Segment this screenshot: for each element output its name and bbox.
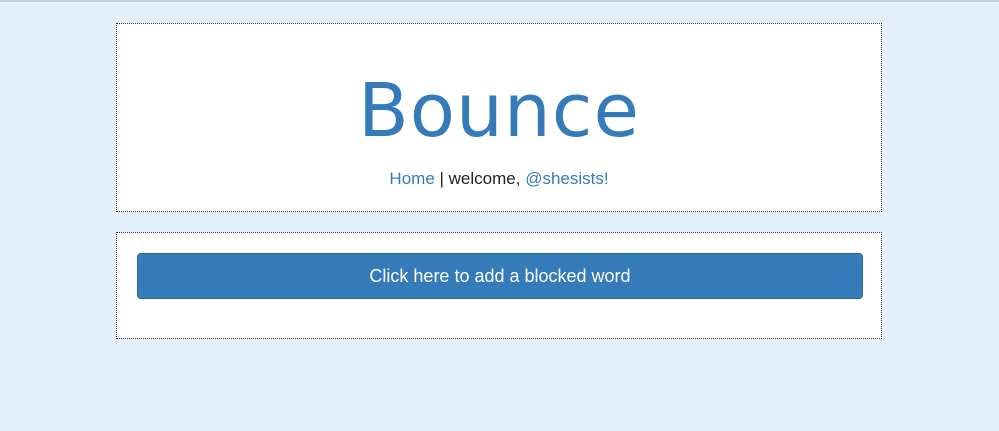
action-panel: Click here to add a blocked word — [116, 232, 882, 339]
header-panel: Bounce Home | welcome, @shesists! — [116, 23, 882, 212]
home-link[interactable]: Home — [389, 169, 434, 188]
nav-bar: Home | welcome, @shesists! — [117, 169, 881, 189]
welcome-text: welcome, — [448, 169, 526, 188]
brand-title: Bounce — [357, 68, 641, 154]
nav-separator: | — [434, 169, 449, 188]
add-blocked-word-button[interactable]: Click here to add a blocked word — [137, 253, 863, 299]
window-top-border — [0, 0, 999, 2]
user-profile-link[interactable]: @shesists! — [525, 169, 608, 188]
